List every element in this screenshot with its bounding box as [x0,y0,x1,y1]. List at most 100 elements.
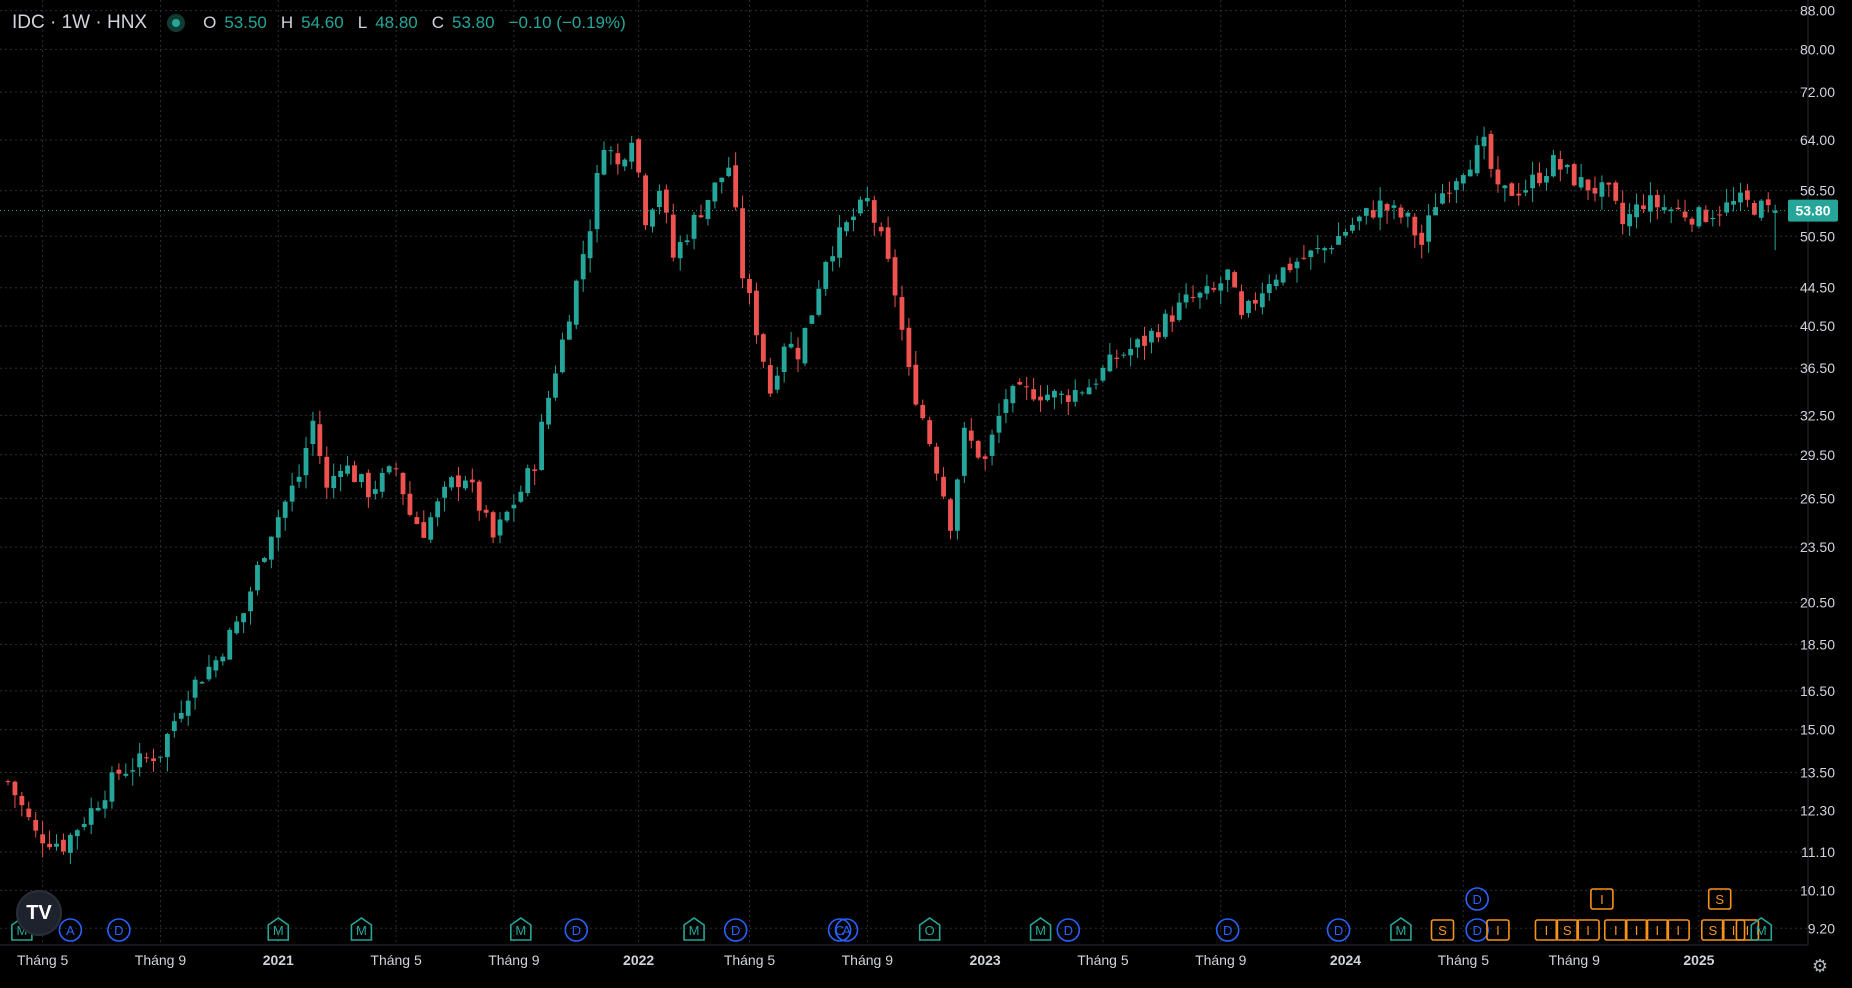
svg-text:D: D [1472,892,1481,907]
svg-text:S: S [1438,923,1447,938]
candle-up [1149,328,1154,354]
candle-down [892,249,898,308]
candle-up [137,742,143,777]
price-tick-label: 50.50 [1800,228,1835,244]
event-marker-d[interactable]: D [1465,918,1489,942]
candle-up [359,473,364,488]
svg-text:I: I [1656,923,1660,938]
live-status-dot-icon [167,14,186,32]
candle-up [580,240,586,292]
event-marker-d[interactable]: D [723,918,748,942]
event-marker-d[interactable]: D [1326,918,1351,942]
candle-up [1481,126,1487,160]
tradingview-logo-icon[interactable]: TV [16,890,62,936]
event-marker-m[interactable]: M [1390,917,1412,941]
event-marker-o[interactable]: O [918,917,941,941]
candle-down [975,439,981,460]
event-marker-i[interactable]: I [1721,919,1746,941]
candle-down [982,453,988,471]
current-price-label: 53.80 [1795,203,1830,219]
svg-text:D: D [1223,923,1232,938]
event-marker-s[interactable]: S [1555,919,1580,941]
candle-up [1329,245,1335,255]
candle-up [1294,257,1300,283]
candle-up [1336,222,1341,245]
candle-up [1467,159,1473,177]
candle-up [1502,184,1508,202]
candle-down [1142,326,1147,360]
event-marker-m[interactable]: M [1750,917,1773,941]
settings-icon[interactable]: ⚙ [1808,954,1832,978]
candle-down [1613,180,1619,205]
candle-up [650,208,655,233]
event-marker-i[interactable]: I [1666,919,1690,941]
candle-up [1058,390,1064,404]
event-marker-m[interactable]: M [683,917,705,941]
time-tick-label: Tháng 5 [370,952,422,968]
candle-down [1765,192,1771,213]
event-marker-i[interactable]: I [1590,888,1614,910]
candlestick-chart[interactable]: 88.00 80.00 72.00 64.00 56.50 50.50 44.50 40.50… [0,0,1852,983]
candle-down [393,462,399,477]
event-marker-d[interactable]: D [107,918,131,942]
candle-down [1211,281,1217,293]
candle-up [851,208,856,232]
svg-text:D: D [1472,923,1481,938]
price-axis[interactable]: 88.00 80.00 72.00 64.00 56.50 50.50 44.50 40.50… [1788,0,1838,945]
candle-down [934,442,940,481]
candle-down [400,472,406,505]
event-marker-d[interactable]: D [1465,887,1489,911]
candle-down [1488,130,1494,178]
candle-up [435,498,441,527]
svg-text:D: D [114,923,123,938]
event-marker-d[interactable]: D [1056,918,1081,942]
event-marker-s[interactable]: S [1430,919,1455,941]
event-marker-i[interactable]: I [1534,919,1559,941]
event-marker-d[interactable]: D [1215,918,1240,942]
candle-up [1356,215,1362,231]
candle-up [289,472,295,512]
candle-down [456,467,461,502]
event-markers[interactable]: M A D M M M D M D CA O M D D D M S DDI I S III I I I SSI I M [11,887,1773,942]
candle-up [1564,163,1570,174]
candle-down [1024,376,1030,401]
price-tick-label: 11.10 [1801,844,1835,860]
candle-up [823,260,829,297]
price-tick-label: 32.50 [1800,407,1835,423]
event-marker-a[interactable]: A [58,918,83,942]
event-marker-i[interactable]: I [1645,919,1670,941]
candle-down [33,812,39,838]
event-marker-s[interactable]: S [1707,888,1732,910]
candle-down [421,510,427,539]
candle-down [948,497,953,540]
time-axis[interactable]: Tháng 5 Tháng 9 2021 Tháng 5 Tháng 9 2022 Thán… [0,944,1808,968]
event-marker-i[interactable]: I [1486,919,1510,941]
candle-up [587,219,593,273]
event-marker-i[interactable]: I [1603,919,1628,941]
candle-up [1343,228,1348,238]
candle-down [1038,385,1043,412]
candle-up [837,214,842,268]
candle-up [386,465,392,475]
candle-up [206,654,212,682]
candle-up [164,732,170,772]
event-marker-d[interactable]: D [564,918,589,942]
event-marker-s[interactable]: S [1700,919,1725,941]
candle-up [774,366,780,394]
svg-text:O: O [925,923,935,938]
candle-up [178,700,184,723]
chart-area[interactable]: 88.00 80.00 72.00 64.00 56.50 50.50 44.50 40.50… [0,0,1852,983]
candle-up [705,200,711,226]
candle-up [220,653,226,666]
symbol-title[interactable]: IDC · 1W · HNX [12,12,147,34]
candle-down [1155,323,1161,343]
svg-text:I: I [1586,923,1590,938]
candle-up [1308,249,1314,270]
event-marker-m[interactable]: M [350,917,373,941]
candle-down [151,748,156,772]
candle-down [317,410,323,464]
event-marker-i[interactable]: I [1624,919,1649,941]
event-marker-i[interactable]: I [1576,919,1600,941]
event-marker-m[interactable]: M [1029,917,1052,941]
candle-up [1758,199,1764,221]
